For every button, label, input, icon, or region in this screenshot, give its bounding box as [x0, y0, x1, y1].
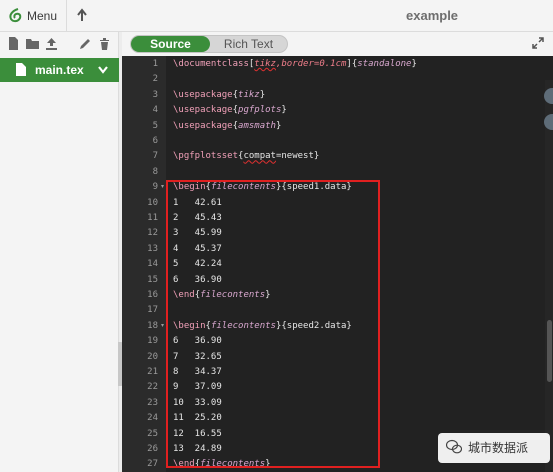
editor-mode-toggle[interactable]: Source Rich Text [130, 35, 288, 53]
fold-toggle-icon[interactable]: ▾ [161, 319, 164, 334]
line-number: 8 [152, 166, 158, 177]
line-number: 1 [152, 59, 158, 69]
pdf-panel-toggle[interactable] [544, 88, 553, 104]
line-number: 27 [147, 459, 158, 470]
line-number: 12 [147, 228, 158, 239]
rename-pencil-icon[interactable] [79, 37, 92, 50]
line-number: 17 [147, 305, 158, 316]
rich-text-mode-button[interactable]: Rich Text [210, 36, 287, 52]
code-line[interactable]: \usepackage{tikz} [173, 88, 265, 103]
line-number: 18 [147, 320, 158, 331]
code-line[interactable]: \usepackage{amsmath} [173, 119, 281, 134]
line-number: 21 [147, 367, 158, 377]
line-number: 24 [147, 413, 158, 424]
source-mode-button[interactable]: Source [131, 36, 210, 52]
watermark-text: 城市数据派 [468, 441, 529, 455]
delete-trash-icon[interactable] [98, 37, 111, 50]
line-number: 7 [152, 151, 158, 162]
upload-arrow-icon[interactable] [76, 8, 88, 22]
line-number: 14 [147, 259, 158, 270]
file-name: main.tex [35, 63, 84, 77]
line-number: 13 [147, 243, 158, 254]
highlight-box [166, 180, 380, 468]
new-file-icon[interactable] [7, 37, 20, 50]
line-number: 4 [152, 105, 158, 116]
divider [66, 0, 67, 32]
line-number: 11 [147, 213, 158, 223]
fold-toggle-icon[interactable]: ▾ [161, 180, 164, 195]
line-number: 26 [147, 444, 158, 454]
line-number: 16 [147, 290, 158, 300]
line-number: 3 [152, 89, 158, 100]
code-line[interactable]: \pgfplotsset{compat=newest} [173, 149, 319, 164]
file-tree-sidebar: main.tex [0, 32, 119, 472]
code-line[interactable]: \documentclass[tikz,border=0.1cm]{standa… [173, 57, 417, 72]
line-number: 15 [147, 274, 158, 285]
line-number: 6 [152, 136, 158, 146]
line-number: 23 [147, 397, 158, 408]
chevron-down-icon[interactable] [98, 66, 108, 74]
line-number: 25 [147, 428, 158, 439]
code-line[interactable]: \usepackage{pgfplots} [173, 103, 287, 118]
wechat-logo-icon [446, 439, 462, 454]
file-item-main-tex[interactable]: main.tex [0, 58, 119, 82]
line-number: 19 [147, 336, 158, 347]
line-number: 2 [152, 74, 158, 85]
overleaf-leaf-icon[interactable] [8, 8, 22, 23]
scrollbar-thumb[interactable] [547, 320, 552, 382]
scrollbar-track[interactable] [545, 80, 553, 472]
upload-icon[interactable] [45, 37, 58, 50]
line-number: 22 [147, 382, 158, 393]
sync-arrow-button[interactable] [544, 114, 553, 130]
new-folder-icon[interactable] [26, 37, 39, 50]
line-number: 20 [147, 351, 158, 362]
expand-icon[interactable] [532, 37, 544, 49]
line-number: 5 [152, 120, 158, 131]
project-title: example [406, 8, 459, 23]
file-icon [16, 63, 26, 76]
menu-button[interactable]: Menu [27, 9, 57, 23]
line-number: 10 [147, 197, 158, 208]
line-number: 9 [152, 182, 158, 193]
